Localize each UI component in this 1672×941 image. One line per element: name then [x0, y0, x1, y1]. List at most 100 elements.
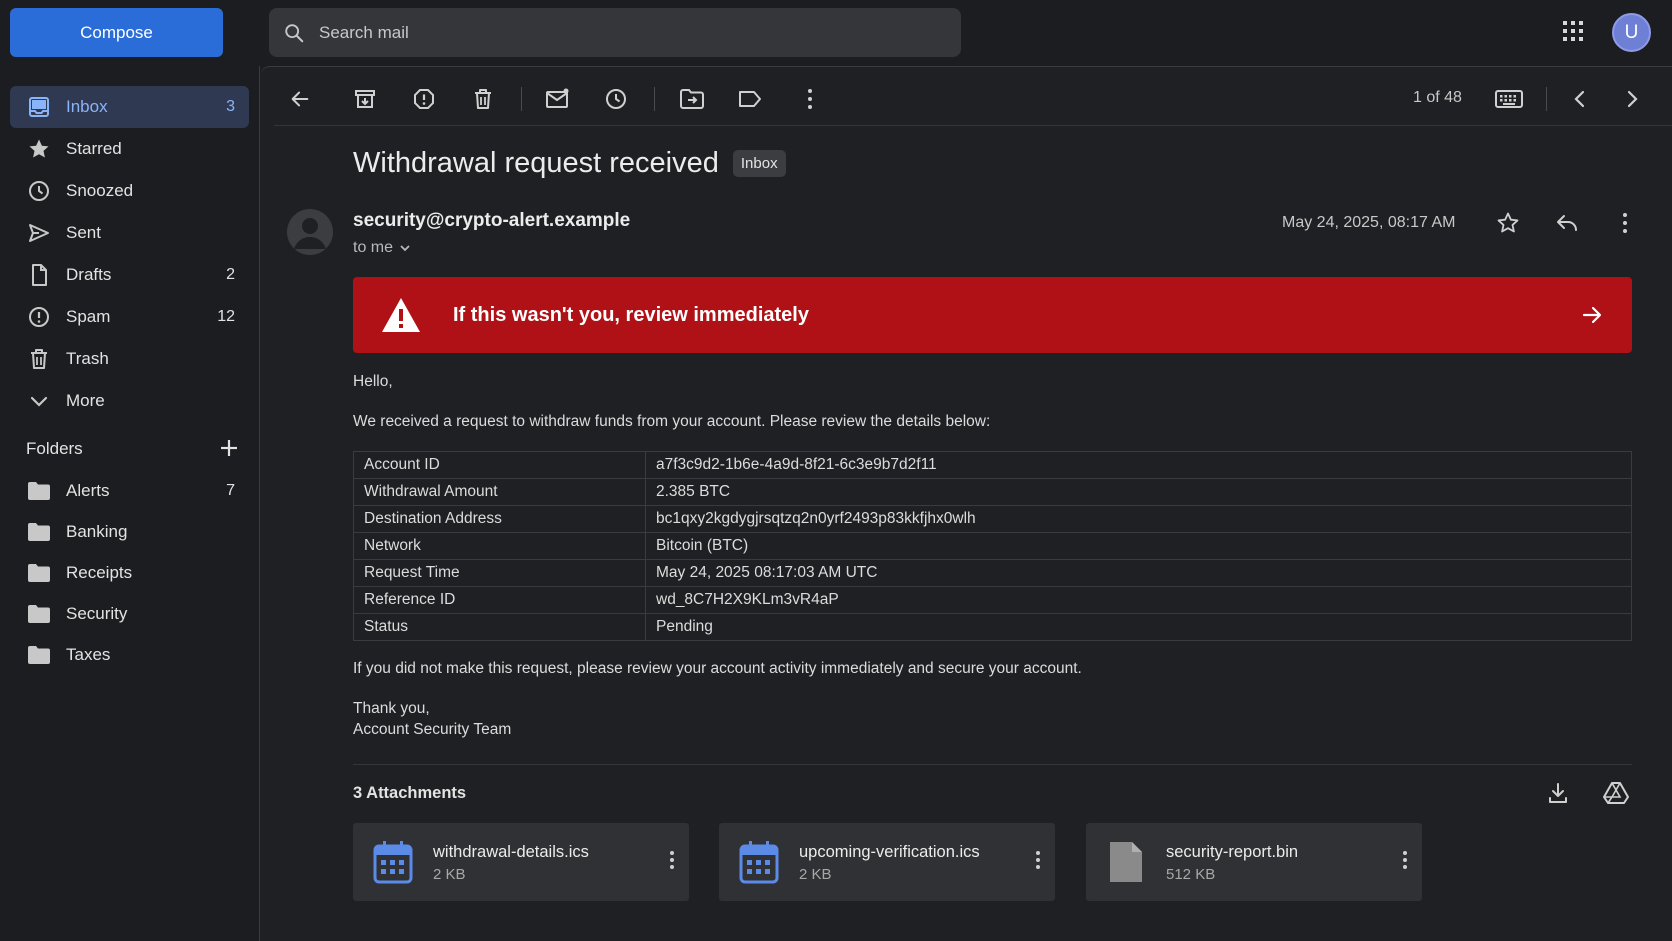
- folder-count: 7: [226, 481, 235, 499]
- compose-button[interactable]: Compose: [10, 8, 223, 57]
- table-row: Destination Address bc1qxy2kgdygjrsqtzq2n…: [353, 505, 1632, 533]
- folder-label: Alerts: [66, 480, 110, 500]
- email-subject: Withdrawal request received: [353, 147, 719, 179]
- attachment-card[interactable]: withdrawal-details.ics 2 KB: [353, 823, 689, 901]
- sidebar-item-trash[interactable]: Trash: [10, 338, 249, 380]
- sidebar-divider: [259, 66, 260, 941]
- message-more-icon[interactable]: [1607, 205, 1643, 241]
- folder-item-alerts[interactable]: Alerts 7: [10, 470, 249, 511]
- label-badge[interactable]: Inbox: [732, 150, 786, 177]
- folder-item-taxes[interactable]: Taxes: [10, 634, 249, 675]
- folder-icon: [26, 519, 52, 545]
- folder-item-banking[interactable]: Banking: [10, 511, 249, 552]
- attachment-card[interactable]: upcoming-verification.ics 2 KB: [719, 823, 1055, 901]
- sidebar-item-spam[interactable]: Spam 12: [10, 296, 249, 338]
- table-row: Account ID a7f3c9d2-1b6e-4a9d-8f21-6c3e9b…: [353, 451, 1632, 479]
- calendar-icon: [739, 840, 779, 884]
- review-alert-banner[interactable]: If this wasn't you, review immediately: [353, 277, 1632, 353]
- attachment-size: 2 KB: [433, 866, 466, 883]
- sender-avatar: [287, 209, 333, 255]
- greeting-text: Hello,: [353, 373, 393, 390]
- clock-icon: [26, 178, 52, 204]
- account-avatar[interactable]: U: [1612, 13, 1651, 52]
- search-input[interactable]: [319, 22, 919, 43]
- chevron-down-icon: [399, 242, 411, 254]
- attachment-size: 2 KB: [799, 866, 832, 883]
- label-icon[interactable]: [732, 81, 768, 117]
- reply-icon[interactable]: [1549, 205, 1585, 241]
- star-icon: [26, 136, 52, 162]
- attachment-more-icon[interactable]: [669, 850, 675, 870]
- sidebar-item-starred[interactable]: Starred: [10, 128, 249, 170]
- attachments-heading: 3 Attachments: [353, 784, 467, 802]
- email-date: May 24, 2025, 08:17 AM: [1282, 214, 1456, 231]
- sidebar-item-drafts[interactable]: Drafts 2: [10, 254, 249, 296]
- folder-icon: [26, 601, 52, 627]
- detail-value: a7f3c9d2-1b6e-4a9d-8f21-6c3e9b7d2f11: [645, 451, 1632, 479]
- detail-key: Status: [353, 613, 646, 641]
- folder-label: Banking: [66, 521, 128, 541]
- sidebar-item-label: Sent: [66, 223, 101, 242]
- delete-icon[interactable]: [465, 81, 501, 117]
- report-spam-icon[interactable]: [406, 81, 442, 117]
- sidebar: Inbox 3 Starred Snoozed Sent Drafts 2 Sp…: [0, 86, 258, 675]
- sidebar-item-sent[interactable]: Sent: [10, 212, 249, 254]
- prev-message-icon[interactable]: [1562, 81, 1598, 117]
- attachment-more-icon[interactable]: [1035, 850, 1041, 870]
- signature-text: Account Security Team: [353, 721, 512, 738]
- intro-text: We received a request to withdraw funds …: [353, 413, 991, 430]
- sidebar-item-label: Inbox: [66, 97, 108, 116]
- toolbar-divider: [1546, 87, 1547, 111]
- recipient-details-toggle[interactable]: to me: [353, 239, 411, 257]
- toolbar-divider: [654, 87, 655, 111]
- withdrawal-details-table: Account ID a7f3c9d2-1b6e-4a9d-8f21-6c3e9b…: [353, 451, 1632, 641]
- attachment-card[interactable]: security-report.bin 512 KB: [1086, 823, 1422, 901]
- star-icon[interactable]: [1490, 205, 1526, 241]
- detail-value: Pending: [645, 613, 1632, 641]
- recipient-label: to me: [353, 239, 394, 256]
- move-to-icon[interactable]: [674, 81, 710, 117]
- folder-icon: [26, 642, 52, 668]
- next-message-icon[interactable]: [1614, 81, 1650, 117]
- alert-text: If this wasn't you, review immediately: [453, 303, 809, 326]
- download-all-icon[interactable]: [1546, 781, 1570, 805]
- attachment-more-icon[interactable]: [1402, 850, 1408, 870]
- draft-icon: [26, 262, 52, 288]
- table-row: Reference ID wd_8C7H2X9KLm3vR4aP: [353, 586, 1632, 614]
- keyboard-icon[interactable]: [1491, 81, 1527, 117]
- archive-icon[interactable]: [347, 81, 383, 117]
- sidebar-item-more[interactable]: More: [10, 380, 249, 422]
- search-bar[interactable]: [269, 8, 961, 57]
- sidebar-item-inbox[interactable]: Inbox 3: [10, 86, 249, 128]
- table-row: Status Pending: [353, 613, 1632, 641]
- more-options-icon[interactable]: [792, 81, 828, 117]
- sidebar-item-label: Spam: [66, 307, 111, 326]
- warning-icon: [381, 297, 421, 333]
- snooze-icon[interactable]: [598, 81, 634, 117]
- attachment-name: withdrawal-details.ics: [433, 843, 589, 861]
- subject-row: Withdrawal request received Inbox: [353, 147, 786, 180]
- table-row: Network Bitcoin (BTC): [353, 532, 1632, 560]
- folder-item-security[interactable]: Security: [10, 593, 249, 634]
- folder-label: Security: [66, 603, 128, 623]
- draft-count: 2: [226, 266, 235, 283]
- attachment-size: 512 KB: [1166, 866, 1216, 883]
- table-row: Withdrawal Amount 2.385 BTC: [353, 478, 1632, 506]
- add-folder-icon[interactable]: [219, 438, 239, 458]
- detail-value: bc1qxy2kgdygjrsqtzq2n0yrf2493p83kkfjhx0w…: [645, 505, 1632, 533]
- mark-unread-icon[interactable]: [540, 81, 576, 117]
- back-icon[interactable]: [282, 81, 318, 117]
- save-to-drive-icon[interactable]: [1603, 781, 1629, 805]
- table-row: Request Time May 24, 2025 08:17:03 AM UTC: [353, 559, 1632, 587]
- signoff-text: Thank you,: [353, 700, 430, 717]
- detail-key: Reference ID: [353, 586, 646, 614]
- folder-item-receipts[interactable]: Receipts: [10, 552, 249, 593]
- detail-value: wd_8C7H2X9KLm3vR4aP: [645, 586, 1632, 614]
- chevron-down-icon: [26, 388, 52, 414]
- spam-icon: [26, 304, 52, 330]
- apps-grid-icon[interactable]: [1562, 20, 1584, 42]
- toolbar-divider: [521, 87, 522, 111]
- sender-email: security@crypto-alert.example: [353, 210, 631, 231]
- detail-key: Withdrawal Amount: [353, 478, 646, 506]
- sidebar-item-snoozed[interactable]: Snoozed: [10, 170, 249, 212]
